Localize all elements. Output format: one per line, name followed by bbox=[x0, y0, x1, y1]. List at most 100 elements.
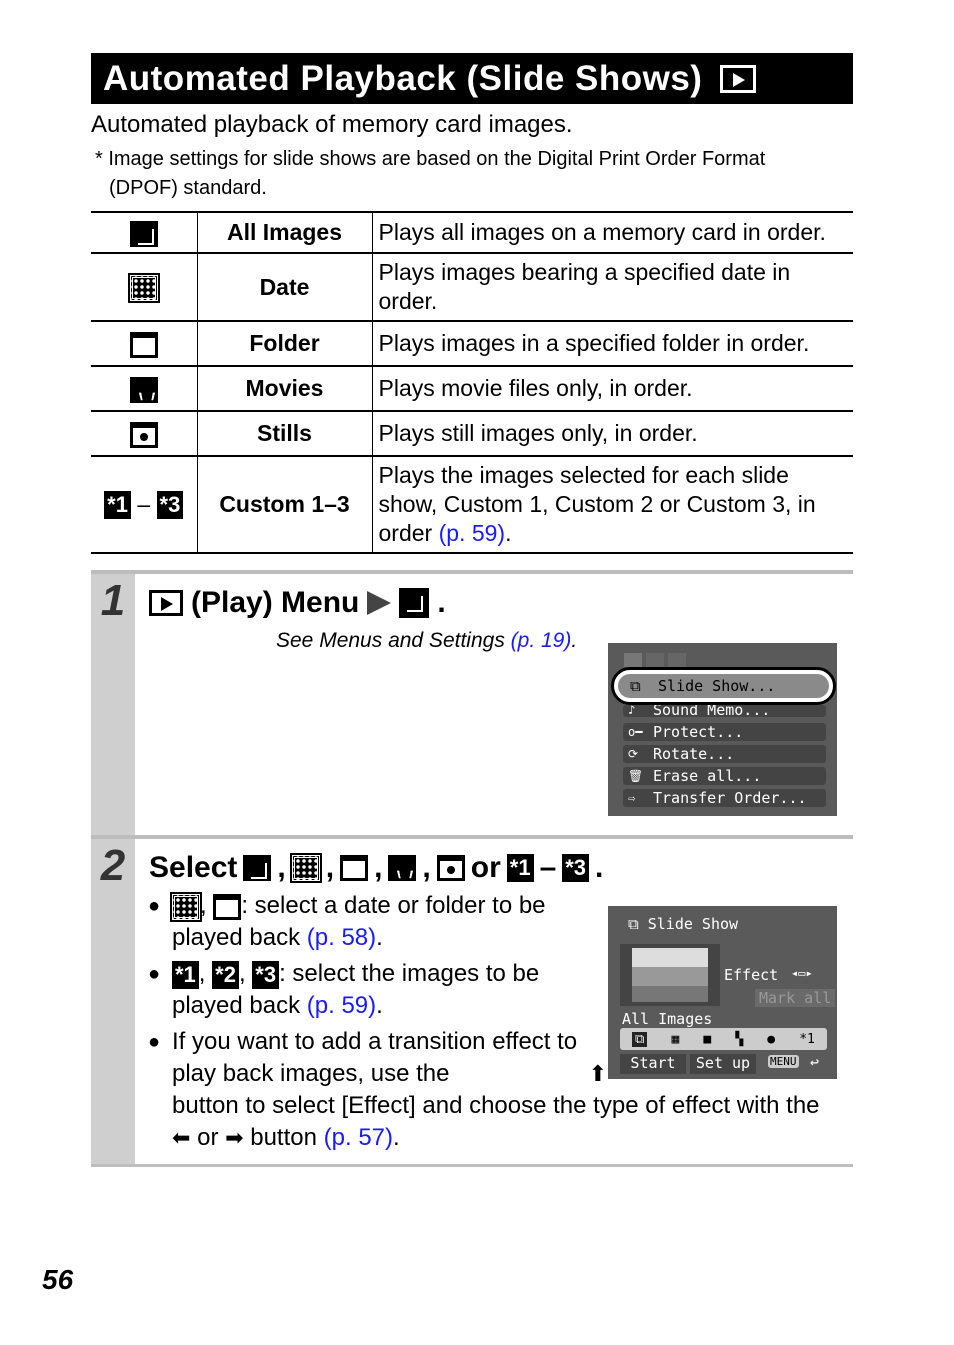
item-label: Protect... bbox=[653, 723, 744, 741]
custom-3-icon: *3 bbox=[252, 960, 280, 989]
arrow-right-icon bbox=[367, 591, 392, 615]
camera-menu-screen: ♪ Sound Memo... o━ Protect... ⟳ Rotate... 🗑… bbox=[608, 643, 837, 816]
back-arrow-icon: ↩ bbox=[810, 1053, 820, 1071]
type-desc: Plays all images on a memory card in ord… bbox=[372, 211, 853, 254]
menu-item-erase-all[interactable]: 🗑 Erase all... bbox=[623, 767, 826, 785]
all-images-icon bbox=[129, 220, 158, 247]
page-link[interactable]: (p. 57) bbox=[324, 1124, 393, 1151]
type-desc: Plays images in a specified folder in or… bbox=[372, 320, 853, 367]
table-row: Folder Plays images in a specified folde… bbox=[91, 320, 853, 367]
type-desc: Plays images bearing a specified date in… bbox=[372, 252, 853, 322]
start-button[interactable]: Start bbox=[620, 1054, 686, 1074]
slide-show-icon: ⧉ bbox=[628, 915, 648, 933]
city-image bbox=[632, 948, 708, 1002]
date-calendar-icon bbox=[170, 891, 202, 922]
menu-item-protect[interactable]: o━ Protect... bbox=[623, 723, 826, 741]
page-link[interactable]: (p. 59) bbox=[307, 992, 376, 1019]
period: . bbox=[393, 1124, 400, 1151]
page-link[interactable]: (p. 59) bbox=[439, 520, 505, 546]
setup-button[interactable]: Set up bbox=[690, 1054, 756, 1074]
page-number: 56 bbox=[42, 1264, 74, 1295]
period: . bbox=[437, 586, 446, 619]
movie-icon bbox=[129, 376, 158, 403]
or-text: or bbox=[470, 851, 501, 884]
period: . bbox=[376, 924, 383, 951]
rotate-icon: ⟳ bbox=[628, 747, 639, 761]
type-desc: Plays still images only, in order. bbox=[372, 410, 853, 457]
table-row: Date Plays images bearing a specified da… bbox=[91, 252, 853, 322]
title-text: Slide Show bbox=[647, 915, 739, 933]
play-mode-icon bbox=[720, 64, 757, 93]
print-tab-icon bbox=[646, 653, 664, 667]
preview-thumbnail bbox=[620, 944, 720, 1006]
table-row: All Images Plays all images on a memory … bbox=[91, 211, 853, 254]
setup-tab-icon bbox=[668, 653, 686, 667]
item-label: Rotate... bbox=[653, 745, 735, 763]
folder-icon bbox=[129, 331, 158, 358]
mark-all-button[interactable]: Mark all bbox=[755, 989, 836, 1007]
see-text: See Menus and Settings bbox=[276, 629, 511, 652]
camera-still-icon bbox=[129, 421, 158, 448]
effect-selector[interactable]: ◂▭▸ bbox=[791, 966, 813, 980]
period: . bbox=[571, 629, 578, 652]
note-line: (DPOF) standard. bbox=[109, 177, 267, 199]
camera-slide-show-screen: ⧉ Slide Show Effect ◂▭▸ Mark all All Ima… bbox=[608, 906, 837, 1079]
play-tab-icon bbox=[624, 653, 642, 667]
folder-icon bbox=[340, 855, 369, 881]
dash: – bbox=[539, 851, 557, 884]
custom-1-option[interactable]: *1 bbox=[799, 1032, 815, 1047]
menu-tabs bbox=[624, 653, 686, 667]
list-item: , : select a date or folder to be played… bbox=[148, 890, 590, 954]
date-calendar-icon[interactable]: ▦ bbox=[671, 1032, 679, 1047]
title-text: Automated Playback (Slide Shows) bbox=[103, 58, 703, 98]
note: * Image settings for slide shows are bas… bbox=[95, 145, 855, 203]
menu-button[interactable]: MENU bbox=[768, 1055, 799, 1068]
custom-1-icon: *1 bbox=[172, 960, 199, 989]
item-label: Transfer Order... bbox=[653, 789, 807, 807]
bullet-text: If you want to add a transition effect t… bbox=[172, 1028, 578, 1087]
custom-3-icon: *3 bbox=[156, 491, 184, 520]
custom-1-icon: *1 bbox=[506, 854, 534, 882]
transfer-icon: ⇨ bbox=[628, 791, 636, 805]
screen-title: ⧉ Slide Show bbox=[628, 915, 738, 933]
mode-selector[interactable]: ⧉ ▦ ■ ▚ ● *1 bbox=[620, 1028, 827, 1050]
item-label: Slide Show... bbox=[658, 677, 776, 695]
note-line: * Image settings for slide shows are bas… bbox=[95, 148, 766, 170]
menu-item-sound-memo[interactable]: ♪ Sound Memo... bbox=[623, 705, 826, 717]
page-link[interactable]: (p. 19) bbox=[511, 629, 572, 652]
movie-icon[interactable]: ▚ bbox=[735, 1032, 743, 1047]
step-number: 2 bbox=[91, 839, 135, 1164]
menu-item-transfer-order[interactable]: ⇨ Transfer Order... bbox=[623, 789, 826, 807]
see-reference: See Menus and Settings (p. 19). bbox=[276, 629, 577, 653]
date-calendar-icon bbox=[289, 853, 322, 883]
page-link[interactable]: (p. 58) bbox=[307, 924, 376, 951]
custom-3-icon: *3 bbox=[562, 854, 590, 882]
item-label: Erase all... bbox=[653, 767, 762, 785]
list-item: *1, *2, *3: select the images to be play… bbox=[148, 958, 590, 1022]
period: . bbox=[595, 851, 604, 884]
table-row: Movies Plays movie files only, in order. bbox=[91, 365, 853, 412]
table-row: *1 – *3 Custom 1–3 Plays the images sele… bbox=[91, 455, 853, 554]
or-text: or bbox=[197, 1124, 219, 1151]
camera-still-icon bbox=[436, 855, 465, 881]
up-arrow-icon: ⬆ bbox=[588, 1061, 608, 1086]
date-calendar-icon bbox=[127, 273, 160, 304]
folder-icon bbox=[213, 893, 242, 920]
trash-icon: 🗑 bbox=[628, 769, 644, 783]
folder-icon[interactable]: ■ bbox=[703, 1032, 711, 1047]
type-desc: Plays movie files only, in order. bbox=[372, 365, 853, 412]
microphone-icon: ♪ bbox=[628, 705, 636, 717]
slide-show-icon: ⧉ bbox=[630, 677, 641, 695]
menu-item-rotate[interactable]: ⟳ Rotate... bbox=[623, 745, 826, 763]
camera-still-icon[interactable]: ● bbox=[767, 1032, 775, 1047]
all-images-icon[interactable]: ⧉ bbox=[632, 1031, 648, 1047]
type-name: Stills bbox=[197, 410, 373, 457]
slide-show-icon bbox=[399, 588, 430, 618]
heading-text: (Play) Menu bbox=[191, 586, 360, 619]
menu-item-slide-show[interactable]: ⧉ Slide Show... bbox=[611, 667, 836, 705]
slide-show-types-table: All Images Plays all images on a memory … bbox=[91, 211, 853, 554]
type-name: Folder bbox=[197, 320, 373, 367]
step-heading: (Play) Menu . bbox=[149, 586, 446, 620]
period: . bbox=[376, 992, 383, 1019]
left-arrow-icon: ⬅ bbox=[172, 1125, 191, 1150]
